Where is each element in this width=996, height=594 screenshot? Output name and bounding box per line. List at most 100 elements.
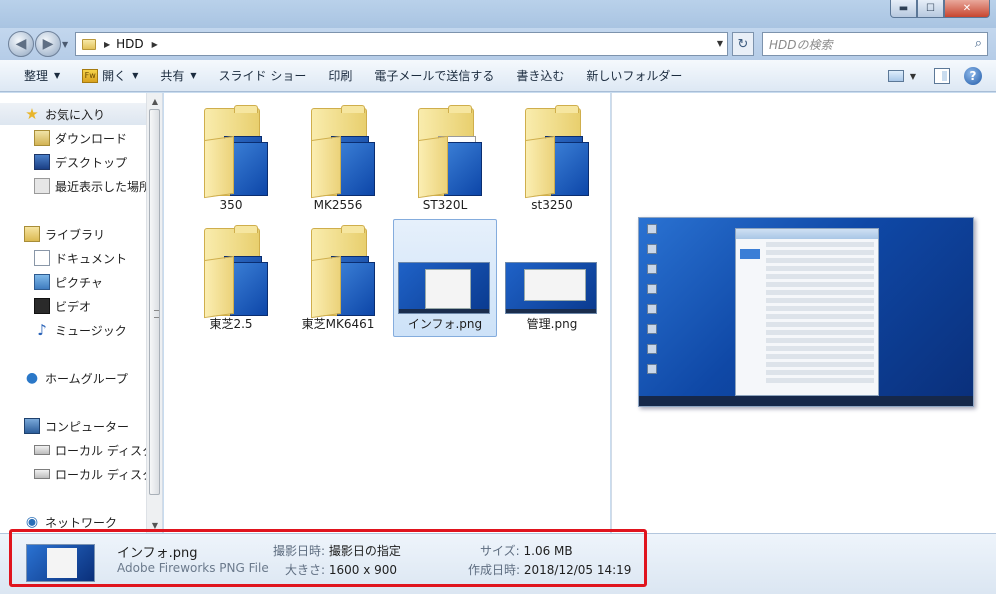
folder-item[interactable]: MK2556 xyxy=(286,99,390,217)
nav-desktop[interactable]: デスクトップ xyxy=(34,151,127,173)
image-thumbnail xyxy=(505,262,597,314)
folder-item[interactable]: 東芝MK6461 xyxy=(286,219,390,337)
scrollbar-thumb[interactable] xyxy=(149,109,160,495)
nav-desktop-label: デスクトップ xyxy=(55,155,128,170)
open-button[interactable]: Fw 開く ▼ xyxy=(71,60,149,91)
forward-button[interactable]: ▶ xyxy=(35,31,61,57)
nav-downloads-label: ダウンロード xyxy=(55,131,128,146)
nav-music[interactable]: ♪ ミュージック xyxy=(34,319,127,341)
recent-pages-dropdown-icon[interactable]: ▼ xyxy=(62,40,68,49)
date-taken-value[interactable]: 撮影日の指定 xyxy=(329,544,401,558)
chevron-down-icon: ▼ xyxy=(132,71,139,80)
size-value: 1.06 MB xyxy=(523,544,573,558)
address-row: ◀ ▶ ▼ ▶ HDD ▶ ▼ ↻ HDDの検索 ⌕ xyxy=(0,28,996,60)
folder-name: 350 xyxy=(219,198,243,212)
folder-icon xyxy=(204,225,268,319)
forward-arrow-icon: ▶ xyxy=(42,36,54,52)
file-list[interactable]: 350 MK2556 ST320L st3250 東芝2.5 東芝MK6461 … xyxy=(164,93,610,533)
file-name: 管理.png xyxy=(526,317,578,331)
maximize-button[interactable]: ☐ xyxy=(917,0,944,18)
slideshow-button[interactable]: スライド ショー xyxy=(208,60,318,91)
window-controls: ▬ ☐ ✕ xyxy=(890,0,990,18)
nav-documents-label: ドキュメント xyxy=(55,251,128,266)
nav-local-disk-c[interactable]: ローカル ディスク xyxy=(34,439,154,461)
help-icon[interactable]: ? xyxy=(964,67,982,85)
image-file-item[interactable]: 管理.png xyxy=(500,219,604,337)
nav-local-disk-label: ローカル ディスク xyxy=(55,467,154,482)
local-disk-icon xyxy=(34,469,50,479)
details-pane: インフォ.png Adobe Fireworks PNG File 撮影日時: … xyxy=(0,533,996,594)
nav-libraries[interactable]: ライブラリ xyxy=(24,223,105,245)
chevron-down-icon: ▼ xyxy=(54,71,61,80)
recent-places-icon xyxy=(34,178,50,194)
folder-name: st3250 xyxy=(531,198,573,212)
nav-recent-places[interactable]: 最近表示した場所 xyxy=(34,175,151,197)
nav-favorites-label: お気に入り xyxy=(45,107,106,122)
change-view-icon[interactable] xyxy=(887,70,904,82)
nav-pictures-label: ピクチャ xyxy=(55,275,103,290)
print-button[interactable]: 印刷 xyxy=(317,60,363,91)
created-label: 作成日時: xyxy=(468,563,521,577)
downloads-folder-icon xyxy=(34,130,50,146)
image-file-item-selected[interactable]: インフォ.png xyxy=(393,219,497,337)
search-icon[interactable]: ⌕ xyxy=(975,36,982,51)
folder-icon xyxy=(418,105,482,199)
folder-item[interactable]: 東芝2.5 xyxy=(179,219,283,337)
nav-local-disk-d[interactable]: ローカル ディスク xyxy=(34,463,154,485)
command-bar: 整理 ▼ Fw 開く ▼ 共有 ▼ スライド ショー 印刷 電子メールで送信する 書き… xyxy=(0,60,996,92)
videos-icon xyxy=(34,298,50,314)
nav-homegroup[interactable]: ● ホームグループ xyxy=(24,367,128,389)
preview-pane-toggle-icon[interactable] xyxy=(934,68,950,84)
burn-button[interactable]: 書き込む xyxy=(505,60,575,91)
details-created: 作成日時: 2018/12/05 14:19 xyxy=(468,561,631,578)
breadcrumb-separator-icon[interactable]: ▶ xyxy=(104,40,110,49)
chevron-down-icon: ▼ xyxy=(190,71,197,80)
organize-button[interactable]: 整理 ▼ xyxy=(0,60,71,91)
computer-icon xyxy=(24,418,40,434)
nav-downloads[interactable]: ダウンロード xyxy=(34,127,127,149)
image-thumbnail xyxy=(398,262,490,314)
nav-scrollbar[interactable]: ▲ ▼ xyxy=(146,93,162,533)
folder-item[interactable]: ST320L xyxy=(393,99,497,217)
nav-network[interactable]: ◉ ネットワーク xyxy=(24,511,117,533)
preview-pane xyxy=(611,93,996,533)
details-date-taken[interactable]: 撮影日時: 撮影日の指定 xyxy=(273,542,401,559)
folder-item[interactable]: st3250 xyxy=(500,99,604,217)
nav-documents[interactable]: ドキュメント xyxy=(34,247,127,269)
chevron-down-icon[interactable]: ▼ xyxy=(910,72,916,81)
scroll-down-arrow-icon[interactable]: ▼ xyxy=(147,517,162,533)
desktop-icon xyxy=(34,154,50,170)
minimize-button[interactable]: ▬ xyxy=(890,0,917,18)
address-dropdown-icon[interactable]: ▼ xyxy=(717,39,723,48)
nav-pictures[interactable]: ピクチャ xyxy=(34,271,103,293)
refresh-button[interactable]: ↻ xyxy=(732,32,754,56)
date-taken-label: 撮影日時: xyxy=(273,544,326,558)
nav-videos[interactable]: ビデオ xyxy=(34,295,91,317)
star-icon: ★ xyxy=(25,105,39,123)
local-disk-icon xyxy=(34,445,50,455)
back-button[interactable]: ◀ xyxy=(8,31,34,57)
folder-icon xyxy=(311,225,375,319)
nav-recent-label: 最近表示した場所 xyxy=(55,179,152,194)
breadcrumb-hdd[interactable]: HDD xyxy=(116,37,144,51)
created-value: 2018/12/05 14:19 xyxy=(523,563,632,577)
back-arrow-icon: ◀ xyxy=(15,36,27,52)
nav-computer[interactable]: コンピューター xyxy=(24,415,129,437)
new-folder-button[interactable]: 新しいフォルダー xyxy=(575,60,693,91)
breadcrumb-separator-icon[interactable]: ▶ xyxy=(152,40,158,49)
search-input[interactable]: HDDの検索 ⌕ xyxy=(762,32,988,56)
scroll-up-arrow-icon[interactable]: ▲ xyxy=(147,93,162,109)
close-button[interactable]: ✕ xyxy=(944,0,990,18)
share-button[interactable]: 共有 ▼ xyxy=(149,60,207,91)
folder-name: MK2556 xyxy=(313,198,363,212)
share-label: 共有 xyxy=(160,69,185,83)
folder-icon xyxy=(82,38,96,50)
open-label: 開く xyxy=(102,69,127,83)
navigation-pane: ★ お気に入り ダウンロード デスクトップ 最近表示した場所 ライブラリ ドキュメ… xyxy=(0,93,163,533)
nav-favorites[interactable]: ★ お気に入り xyxy=(0,103,147,125)
email-button[interactable]: 電子メールで送信する xyxy=(363,60,505,91)
homegroup-icon: ● xyxy=(25,370,39,386)
folder-item[interactable]: 350 xyxy=(179,99,283,217)
details-filename: インフォ.png xyxy=(117,546,198,561)
address-bar[interactable]: ▶ HDD ▶ ▼ xyxy=(75,32,728,56)
